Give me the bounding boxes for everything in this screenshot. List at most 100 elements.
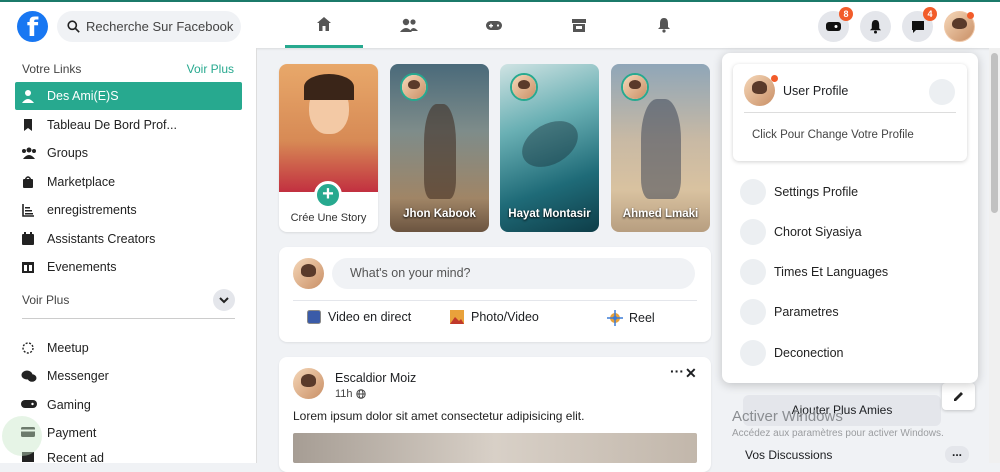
story-figure — [514, 111, 586, 177]
menu-item-chorot[interactable]: Chorot Siyasiya — [740, 218, 960, 246]
facebook-logo[interactable]: f — [17, 11, 48, 43]
sidebar-item-friends[interactable]: Des Ami(E)S — [15, 82, 242, 110]
sidebar-item-saved[interactable]: enregistrements — [15, 196, 242, 224]
tab-marketplace[interactable] — [540, 2, 618, 48]
tab-friends[interactable] — [370, 2, 448, 48]
photo-video-button[interactable]: Photo/Video — [450, 310, 539, 324]
sidebar-item-label: Marketplace — [47, 175, 116, 189]
post-composer: What's on your mind? Video en direct Pho… — [279, 247, 711, 342]
sidebar-item-events[interactable]: Evenements — [15, 253, 242, 281]
sidebar-item-messenger[interactable]: Messenger — [15, 362, 242, 390]
action-label: Video en direct — [328, 310, 412, 324]
expand-button[interactable] — [213, 289, 235, 311]
story-create-photo — [279, 64, 378, 192]
change-profile-label[interactable]: Click Pour Change Votre Profile — [752, 129, 914, 141]
sidebar-item-groups[interactable]: Groups — [15, 139, 242, 167]
discussions-more-button[interactable]: ... — [945, 446, 969, 463]
menu-item-languages[interactable]: Times Et Languages — [740, 258, 960, 286]
profile-card[interactable]: User Profile Click Pour Change Votre Pro… — [733, 64, 967, 161]
profile-divider — [744, 112, 956, 113]
story-name: Hayat Montasir — [508, 208, 591, 220]
sidebar-item-dashboard[interactable]: Tableau De Bord Prof... — [15, 111, 242, 139]
tab-gaming[interactable] — [455, 2, 533, 48]
chevron-down-icon — [219, 296, 229, 303]
help-bubble[interactable] — [2, 416, 42, 456]
sidebar-item-recent-ad[interactable]: Recent ad — [15, 448, 242, 468]
composer-divider — [293, 300, 697, 301]
sidebar-item-label: Payment — [47, 426, 97, 440]
top-bar: f Recherche Sur Facebook 8 4 — [0, 0, 1000, 48]
post-author[interactable]: Escaldior Moiz — [335, 371, 416, 385]
bag-icon — [21, 175, 35, 189]
calendar-icon — [21, 232, 35, 246]
games-badge: 8 — [839, 7, 853, 21]
post-meta: 11h — [335, 388, 366, 400]
story-avatar — [510, 73, 538, 101]
story-avatar — [400, 73, 428, 101]
groups-icon — [21, 146, 36, 160]
composer-input[interactable]: What's on your mind? — [332, 258, 695, 289]
logout-icon — [740, 340, 766, 366]
friend-icon — [21, 89, 35, 103]
tab-home[interactable] — [285, 2, 363, 48]
scrollbar[interactable] — [989, 48, 1000, 463]
settings-icon — [740, 179, 766, 205]
add-story-icon[interactable]: + — [314, 181, 342, 209]
post-image[interactable] — [293, 433, 697, 463]
menu-item-logout[interactable]: Deconection — [740, 339, 960, 367]
voir-plus-link[interactable]: Voir Plus — [187, 62, 234, 76]
story-create-label: Crée Une Story — [290, 212, 367, 224]
sidebar-item-creators[interactable]: Assistants Creators — [15, 225, 242, 253]
menu-item-parametres[interactable]: Parametres — [740, 298, 960, 326]
live-video-icon — [307, 310, 321, 324]
friends-icon — [400, 18, 418, 32]
sidebar-item-label: Evenements — [47, 260, 117, 274]
story-create[interactable]: + Crée Une Story — [279, 64, 378, 232]
story-name: Jhon Kabook — [403, 208, 476, 220]
gear-icon — [740, 299, 766, 325]
sidebar-item-meetup[interactable]: Meetup — [15, 334, 242, 362]
story-card[interactable]: Ahmed Lmaki — [611, 64, 710, 232]
sidebar-item-label: Des Ami(E)S — [47, 89, 119, 103]
edit-button[interactable] — [942, 383, 975, 410]
more-options-icon[interactable]: ··· — [670, 363, 684, 379]
voir-plus-heading: Voir Plus — [22, 293, 70, 307]
post-card: Escaldior Moiz 11h ··· ✕ Lorem ipsum dol… — [279, 357, 711, 472]
games-button[interactable]: 8 — [818, 7, 853, 42]
story-hair — [304, 74, 354, 100]
sidebar-item-label: Gaming — [47, 398, 91, 412]
home-icon — [317, 16, 331, 31]
events-icon — [21, 260, 35, 274]
menu-item-settings-profile[interactable]: Settings Profile — [740, 178, 960, 206]
sidebar-item-label: enregistrements — [47, 203, 137, 217]
marketplace-icon — [572, 18, 586, 32]
left-sidebar: Votre Links Voir Plus Des Ami(E)S Tablea… — [0, 48, 257, 465]
reel-button[interactable]: Reel — [607, 310, 655, 326]
live-video-button[interactable]: Video en direct — [307, 310, 411, 324]
gamepad-icon — [21, 398, 37, 412]
ticket-icon — [826, 22, 841, 31]
account-button[interactable] — [944, 11, 975, 42]
messages-button[interactable]: 4 — [902, 7, 937, 42]
tab-notifications[interactable] — [625, 2, 703, 48]
sidebar-item-gaming[interactable]: Gaming — [15, 391, 242, 419]
links-heading: Votre Links — [22, 62, 82, 76]
close-icon[interactable]: ✕ — [685, 365, 697, 382]
story-card[interactable]: Jhon Kabook — [390, 64, 489, 232]
discussions-heading: Vos Discussions — [745, 448, 833, 462]
globe-icon — [355, 389, 366, 399]
sidebar-item-payment[interactable]: Payment — [15, 419, 242, 447]
sidebar-item-label: Groups — [47, 146, 88, 160]
notifications-button[interactable] — [860, 11, 891, 42]
search-input[interactable]: Recherche Sur Facebook — [57, 11, 241, 42]
menu-item-label: Chorot Siyasiya — [774, 225, 862, 239]
sidebar-item-marketplace[interactable]: Marketplace — [15, 168, 242, 196]
sidebar-item-label: Assistants Creators — [47, 232, 156, 246]
meetup-icon — [21, 341, 35, 355]
sidebar-item-label: Messenger — [47, 369, 109, 383]
story-card[interactable]: Hayat Montasir — [500, 64, 599, 232]
profile-action-button[interactable] — [929, 79, 955, 105]
avatar — [402, 75, 426, 99]
scrollbar-thumb[interactable] — [991, 53, 998, 213]
menu-item-label: Parametres — [774, 305, 839, 319]
